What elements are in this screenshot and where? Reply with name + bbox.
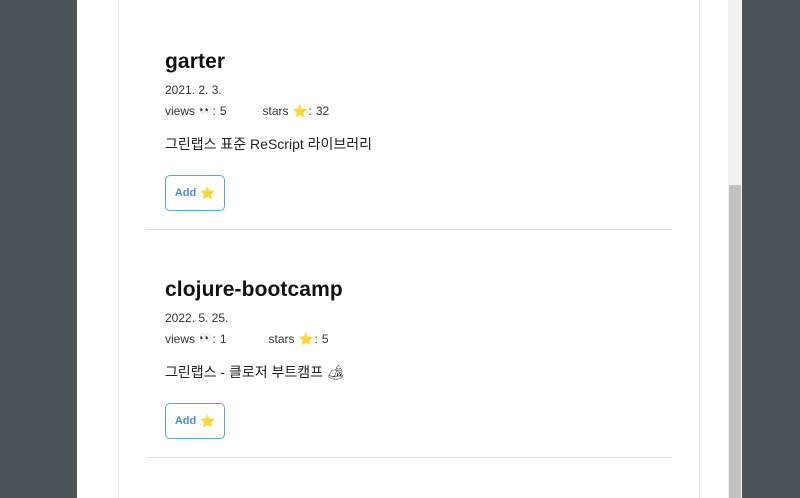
post-description: 그린랩스 표준 ReScript 라이브러리 bbox=[165, 136, 373, 152]
add-star-button[interactable]: Add ⭐ bbox=[165, 175, 225, 211]
scrollbar-thumb[interactable] bbox=[729, 185, 741, 498]
stars-stat: stars ⭐ : 32 bbox=[263, 104, 330, 118]
views-stat: views 👀 : 1 bbox=[165, 332, 227, 346]
post-title[interactable]: garter bbox=[165, 49, 673, 75]
post-description: 그린랩스 - 클로저 부트캠프 🏕 bbox=[165, 364, 345, 380]
views-separator: : bbox=[212, 332, 216, 346]
stars-stat: stars ⭐ : 5 bbox=[269, 332, 329, 346]
views-stat: views 👀 : 5 bbox=[165, 104, 227, 118]
post-title[interactable]: clojure-bootcamp bbox=[165, 277, 673, 303]
post-divider bbox=[146, 457, 672, 458]
post-stats: views 👀 : 1 stars ⭐ : 5 bbox=[165, 332, 673, 346]
post-item: clojure-bootcamp 2022. 5. 25. views 👀 : … bbox=[165, 277, 673, 381]
stars-count: 5 bbox=[321, 332, 329, 346]
stars-label: stars bbox=[262, 104, 289, 118]
star-icon: ⭐ bbox=[200, 414, 216, 428]
post-divider bbox=[146, 229, 672, 230]
views-label: views bbox=[165, 104, 196, 118]
star-icon: ⭐ bbox=[200, 186, 216, 200]
star-icon: ⭐ bbox=[298, 332, 314, 346]
post-list: garter 2021. 2. 3. views 👀 : 5 stars ⭐ :… bbox=[118, 0, 700, 498]
views-label: views bbox=[165, 332, 196, 346]
stars-label: stars bbox=[268, 332, 295, 346]
vertical-scrollbar[interactable] bbox=[728, 0, 742, 498]
post-date: 2021. 2. 3. bbox=[165, 83, 222, 97]
add-button-label: Add bbox=[174, 187, 197, 199]
star-icon: ⭐ bbox=[292, 104, 308, 118]
add-star-button[interactable]: Add ⭐ bbox=[165, 403, 225, 439]
post-date: 2022. 5. 25. bbox=[165, 311, 229, 325]
stars-separator: : bbox=[308, 104, 312, 118]
eyes-icon: 👀 bbox=[199, 105, 212, 116]
views-count: 5 bbox=[219, 104, 227, 118]
views-separator: : bbox=[212, 104, 216, 118]
views-count: 1 bbox=[219, 332, 227, 346]
stars-separator: : bbox=[314, 332, 318, 346]
stars-count: 32 bbox=[315, 104, 330, 118]
eyes-icon: 👀 bbox=[199, 333, 212, 344]
post-stats: views 👀 : 5 stars ⭐ : 32 bbox=[165, 104, 673, 118]
add-button-label: Add bbox=[174, 415, 197, 427]
post-item: garter 2021. 2. 3. views 👀 : 5 stars ⭐ :… bbox=[165, 49, 673, 153]
